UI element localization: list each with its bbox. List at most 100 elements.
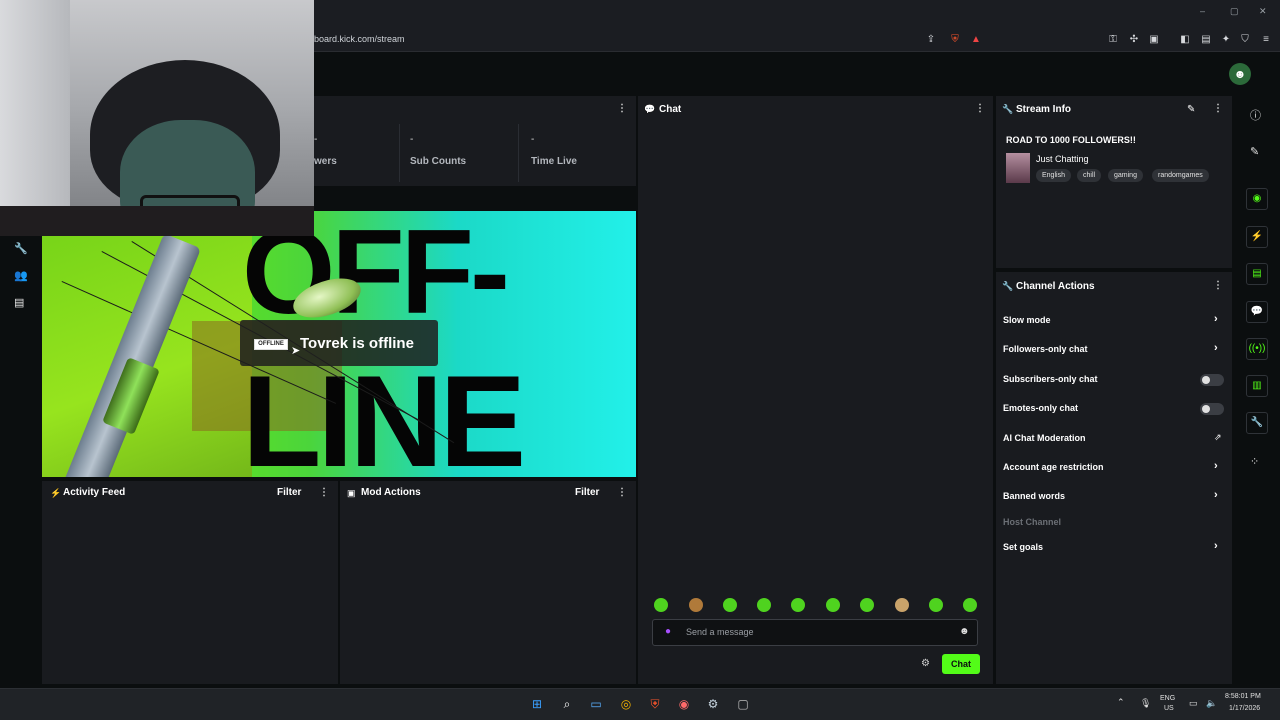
maximize-button[interactable]: ▢: [1230, 6, 1239, 17]
minimize-button[interactable]: –: [1200, 6, 1205, 16]
emote-icon[interactable]: [895, 598, 909, 612]
slow-mode-action[interactable]: Slow mode: [1003, 315, 1051, 325]
stream-tag: randomgames: [1152, 169, 1209, 182]
puzzle-icon[interactable]: ✣: [1127, 33, 1141, 47]
extension-icon[interactable]: ⚿: [1106, 33, 1120, 47]
chevron-right-icon[interactable]: ›: [1214, 489, 1218, 501]
users-icon[interactable]: 👥: [14, 269, 28, 282]
host-channel-action: Host Channel: [1003, 517, 1062, 527]
leo-icon[interactable]: ✦: [1219, 33, 1233, 47]
stat-divider: [399, 124, 400, 182]
mod-filter-button[interactable]: Filter: [575, 487, 599, 498]
wrench-small-icon: 🔧: [1002, 104, 1014, 114]
emote-icon[interactable]: [860, 598, 874, 612]
volume-icon[interactable]: 🔈: [1206, 698, 1217, 709]
chat-icon[interactable]: 💬: [1246, 301, 1268, 323]
file-explorer-icon[interactable]: ▭: [588, 696, 604, 712]
subscribers-only-toggle[interactable]: [1200, 374, 1224, 386]
tray-expand-icon[interactable]: ⌃: [1117, 697, 1125, 708]
menu-icon[interactable]: ≡: [1259, 33, 1273, 47]
obs-icon[interactable]: ◉: [676, 696, 692, 712]
chevron-right-icon[interactable]: ›: [1214, 342, 1218, 354]
brave-icon[interactable]: ⛨: [647, 696, 663, 712]
offline-message: Tovrek is offline: [300, 335, 414, 352]
stats-menu-icon[interactable]: ⋮: [617, 103, 627, 114]
offline-badge: OFFLINE: [254, 339, 288, 350]
emoji-picker-icon[interactable]: ☻: [959, 626, 970, 637]
emote-icon[interactable]: [689, 598, 703, 612]
clock-date[interactable]: 1/17/2026: [1229, 705, 1260, 712]
user-avatar[interactable]: ☻: [1229, 63, 1251, 85]
followers-only-action[interactable]: Followers-only chat: [1003, 344, 1088, 354]
app-icon[interactable]: ▢: [735, 696, 751, 712]
dashboard-icon[interactable]: ▤: [14, 296, 24, 309]
tools-icon[interactable]: 🔧: [1246, 412, 1268, 434]
chevron-right-icon[interactable]: ›: [1214, 540, 1218, 552]
ai-moderation-action[interactable]: AI Chat Moderation: [1003, 433, 1086, 443]
lightning-icon[interactable]: ⚡: [1246, 226, 1268, 248]
emotes-only-toggle[interactable]: [1200, 403, 1224, 415]
chat-menu-icon[interactable]: ⋮: [975, 103, 985, 114]
broadcast-icon[interactable]: ((•)): [1246, 338, 1268, 360]
banned-words-action[interactable]: Banned words: [1003, 491, 1065, 501]
search-icon[interactable]: ⌕: [559, 696, 575, 712]
steam-icon[interactable]: ⚙: [705, 696, 721, 712]
stream-title: ROAD TO 1000 FOLLOWERS!!: [1006, 135, 1136, 145]
edit-pencil-icon[interactable]: ✎: [1187, 104, 1195, 115]
stat-value: -: [531, 134, 535, 145]
vpn-icon[interactable]: ⛉: [1238, 33, 1252, 47]
info-icon[interactable]: ⓘ: [1250, 107, 1261, 123]
stat-label: Sub Counts: [410, 156, 467, 167]
wrench-small-icon: 🔧: [1002, 281, 1014, 291]
wrench-icon[interactable]: 🔧: [14, 242, 28, 255]
stream-info-menu-icon[interactable]: ⋮: [1213, 103, 1223, 114]
panel-layout-icon[interactable]: ▥: [1246, 375, 1268, 397]
network-icon[interactable]: ▭: [1189, 698, 1198, 709]
chat-settings-icon[interactable]: ⚙: [921, 658, 930, 669]
mod-actions-title: Mod Actions: [361, 487, 421, 498]
wallet-icon[interactable]: ▤: [1199, 33, 1213, 47]
stream-info-panel: [996, 96, 1232, 268]
notes-icon[interactable]: ▤: [1246, 263, 1268, 285]
chat-title: Chat: [659, 104, 682, 115]
close-window-button[interactable]: ✕: [1259, 6, 1267, 17]
emote-icon[interactable]: [723, 598, 737, 612]
more-options-icon[interactable]: ⁘: [1250, 455, 1259, 468]
microphone-tray-icon[interactable]: 🎙: [1140, 698, 1151, 709]
external-link-icon[interactable]: ⇗: [1214, 432, 1222, 443]
pencil-icon[interactable]: ✎: [1250, 145, 1259, 158]
stream-info-title: Stream Info: [1016, 104, 1072, 115]
microphone-icon[interactable]: ●: [665, 626, 671, 637]
url-text[interactable]: board.kick.com/stream: [314, 34, 405, 44]
stat-value: -: [314, 134, 318, 145]
share-icon[interactable]: ⇪: [924, 33, 938, 47]
channel-actions-menu-icon[interactable]: ⋮: [1213, 280, 1223, 291]
chat-input-placeholder[interactable]: Send a message: [686, 627, 754, 637]
emote-icon[interactable]: [963, 598, 977, 612]
sidebar-icon[interactable]: ◧: [1178, 33, 1192, 47]
language-bottom[interactable]: US: [1164, 705, 1174, 712]
activity-filter-button[interactable]: Filter: [277, 487, 301, 498]
mod-menu-icon[interactable]: ⋮: [617, 487, 627, 498]
language-top[interactable]: ENG: [1160, 695, 1175, 702]
emote-icon[interactable]: [826, 598, 840, 612]
send-chat-button[interactable]: Chat: [942, 654, 980, 674]
set-goals-action[interactable]: Set goals: [1003, 542, 1043, 552]
activity-menu-icon[interactable]: ⋮: [319, 487, 329, 498]
clock-time[interactable]: 8:58:01 PM: [1225, 693, 1261, 700]
media-icon[interactable]: ▣: [1147, 33, 1161, 47]
brave-rewards-icon[interactable]: ▲: [969, 33, 983, 47]
account-age-action[interactable]: Account age restriction: [1003, 462, 1104, 472]
emote-icon[interactable]: [654, 598, 668, 612]
banner-text-bottom: LINE: [242, 348, 526, 477]
brave-shield-icon[interactable]: ⛨: [948, 33, 962, 47]
camera-icon[interactable]: ◉: [1246, 188, 1268, 210]
windows-start-icon[interactable]: ⊞: [529, 696, 545, 712]
chevron-right-icon[interactable]: ›: [1214, 313, 1218, 325]
emote-icon[interactable]: [791, 598, 805, 612]
emote-icon[interactable]: [929, 598, 943, 612]
emote-icon[interactable]: [757, 598, 771, 612]
stat-label: Time Live: [531, 156, 577, 167]
chevron-right-icon[interactable]: ›: [1214, 460, 1218, 472]
chrome-icon[interactable]: ◎: [618, 696, 634, 712]
